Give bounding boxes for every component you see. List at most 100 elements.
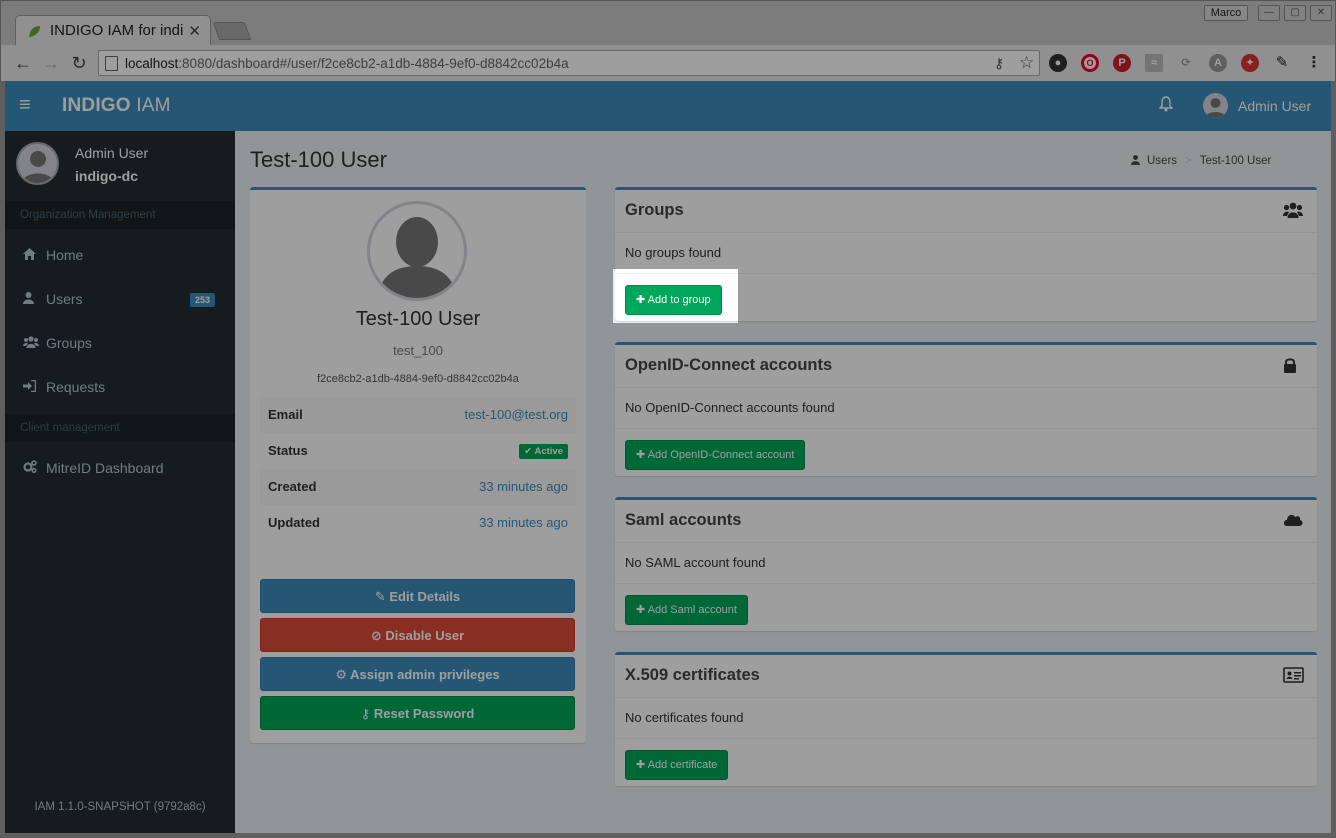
profile-avatar xyxy=(367,201,467,301)
breadcrumb-separator: > xyxy=(1185,155,1192,167)
app-window: ≡ INDIGO IAM Admin User Admin User indig… xyxy=(5,81,1331,833)
breadcrumb: Users > Test-100 User xyxy=(1131,155,1331,167)
panel-divider xyxy=(615,583,1317,584)
sidebar-item-label: MitreID Dashboard xyxy=(46,460,164,476)
reload-icon[interactable]: ↻ xyxy=(68,52,90,74)
bookmark-star-icon[interactable]: ☆ xyxy=(1019,53,1034,73)
new-tab-button[interactable] xyxy=(212,22,252,40)
x509-panel: X.509 certificates No certificates found… xyxy=(615,652,1317,786)
sidebar-item-label: Users xyxy=(46,291,83,307)
profile-uuid: f2ce8cb2-a1db-4884-9ef0-d8842cc02b4a xyxy=(317,373,519,385)
row-key: Updated xyxy=(268,515,320,530)
disable-user-button[interactable]: ⊘ Disable User xyxy=(260,618,575,652)
page-title: Test-100 User xyxy=(250,147,387,172)
panel-title: Groups xyxy=(625,201,684,219)
pencil-icon: ✎ xyxy=(374,589,386,604)
panel-empty-text: No OpenID-Connect accounts found xyxy=(625,400,835,415)
reset-password-button[interactable]: ⚷ Reset Password xyxy=(260,696,575,730)
assign-admin-button[interactable]: ⚙ Assign admin privileges xyxy=(260,657,575,691)
edit-details-button[interactable]: ✎ Edit Details xyxy=(260,579,575,613)
gear-icon: ⚙ xyxy=(335,667,347,682)
panel-empty-text: No groups found xyxy=(625,245,722,260)
extension-icon-7[interactable]: ✦ xyxy=(1241,54,1259,72)
add-certificate-button[interactable]: ✚ Add certificate xyxy=(625,750,729,780)
sidebar: Admin User indigo-dc Organization Manage… xyxy=(5,131,235,833)
maximize-button[interactable]: ▢ xyxy=(1284,5,1306,21)
profile-username: test_100 xyxy=(393,343,443,358)
panel-divider xyxy=(615,542,1317,543)
panel-divider xyxy=(615,232,1317,233)
extension-icon-1[interactable]: ● xyxy=(1049,54,1067,72)
row-key: Created xyxy=(268,479,317,494)
panel-divider xyxy=(615,428,1317,429)
panel-title: OpenID-Connect accounts xyxy=(625,356,833,374)
leaf-icon xyxy=(28,25,41,38)
app-header: ≡ INDIGO IAM Admin User xyxy=(5,81,1331,131)
panel-empty-text: No SAML account found xyxy=(625,555,766,570)
panel-divider xyxy=(615,697,1317,698)
avatar xyxy=(1203,93,1228,118)
plus-icon: ✚ xyxy=(636,294,646,306)
users-icon xyxy=(23,335,39,349)
extension-icon-8[interactable]: ✎ xyxy=(1273,54,1291,72)
sidebar-item-label: Home xyxy=(46,247,84,263)
rss-icon[interactable]: ≈ xyxy=(1145,54,1163,72)
close-window-button[interactable]: ✕ xyxy=(1310,5,1332,21)
user-icon xyxy=(23,291,37,305)
user-profile-box: Test-100 User test_100 f2ce8cb2-a1db-488… xyxy=(250,187,586,743)
page-icon xyxy=(105,56,118,71)
add-to-group-button[interactable]: ✚ Add to group xyxy=(625,285,722,315)
user-icon xyxy=(1131,155,1141,166)
minimize-button[interactable]: — xyxy=(1258,5,1280,21)
sidebar-item-groups[interactable]: Groups xyxy=(5,321,235,365)
panel-divider xyxy=(615,738,1317,739)
extension-icon-5[interactable]: ⟳ xyxy=(1177,54,1195,72)
sidebar-user-panel: Admin User indigo-dc xyxy=(5,131,235,201)
browser-tab[interactable]: INDIGO IAM for indi ✕ xyxy=(15,15,211,46)
back-icon[interactable]: ← xyxy=(12,52,34,74)
url-text[interactable]: localhost:8080/dashboard#/user/f2ce8cb2-… xyxy=(125,56,569,71)
profile-row-updated: Updated 33 minutes ago xyxy=(260,505,576,541)
profile-button[interactable]: Marco xyxy=(1204,5,1248,21)
id-card-icon xyxy=(1283,667,1304,685)
sidebar-item-home[interactable]: Home xyxy=(5,233,235,277)
ban-icon: ⊘ xyxy=(370,628,382,643)
key-icon[interactable]: ⚷ xyxy=(994,55,1004,72)
sidebar-user-org: indigo-dc xyxy=(75,168,138,184)
sidebar-item-users[interactable]: Users 253 xyxy=(5,277,235,321)
bell-icon[interactable] xyxy=(1158,96,1175,114)
oidc-panel: OpenID-Connect accounts No OpenID-Connec… xyxy=(615,342,1317,476)
profile-display-name: Test-100 User xyxy=(355,308,481,330)
tab-title: INDIGO IAM for indi xyxy=(50,22,184,39)
pinterest-icon[interactable]: P xyxy=(1113,54,1131,72)
users-count-badge: 253 xyxy=(190,293,216,307)
created-time[interactable]: 33 minutes ago xyxy=(479,479,568,494)
panel-empty-text: No certificates found xyxy=(625,710,744,725)
row-key: Status xyxy=(268,443,308,458)
profile-row-created: Created 33 minutes ago xyxy=(260,469,576,505)
lock-icon xyxy=(1283,357,1303,375)
forward-icon[interactable]: → xyxy=(40,52,62,74)
status-badge: ✔ Active xyxy=(519,444,568,459)
brand-logo[interactable]: INDIGO IAM xyxy=(62,95,171,117)
extension-icon-6[interactable]: A xyxy=(1209,54,1227,72)
breadcrumb-users-link[interactable]: Users xyxy=(1147,155,1177,167)
add-saml-account-button[interactable]: ✚ Add Saml account xyxy=(625,595,748,625)
tab-strip: INDIGO IAM for indi ✕ Marco — ▢ ✕ xyxy=(1,1,1335,46)
panel-title: Saml accounts xyxy=(625,511,742,529)
sidebar-item-mitreid[interactable]: MitreID Dashboard xyxy=(5,446,235,490)
address-bar[interactable]: localhost:8080/dashboard#/user/f2ce8cb2-… xyxy=(98,50,1040,76)
sidebar-item-requests[interactable]: Requests xyxy=(5,365,235,409)
menu-toggle-icon[interactable]: ≡ xyxy=(19,94,31,117)
updated-time[interactable]: 33 minutes ago xyxy=(479,515,568,530)
saml-panel: Saml accounts No SAML account found ✚ Ad… xyxy=(615,497,1317,631)
browser-menu-icon[interactable]: ⋮ xyxy=(1305,54,1323,72)
tab-close-icon[interactable]: ✕ xyxy=(188,22,201,40)
users-icon xyxy=(1283,202,1303,220)
sidebar-user-name: Admin User xyxy=(75,145,149,161)
email-link[interactable]: test-100@test.org xyxy=(464,407,568,422)
browser-window: INDIGO IAM for indi ✕ Marco — ▢ ✕ ← → ↻ … xyxy=(0,0,1336,81)
opera-icon[interactable]: O xyxy=(1081,54,1099,72)
add-oidc-account-button[interactable]: ✚ Add OpenID-Connect account xyxy=(625,440,806,470)
breadcrumb-current: Test-100 User xyxy=(1199,155,1272,167)
